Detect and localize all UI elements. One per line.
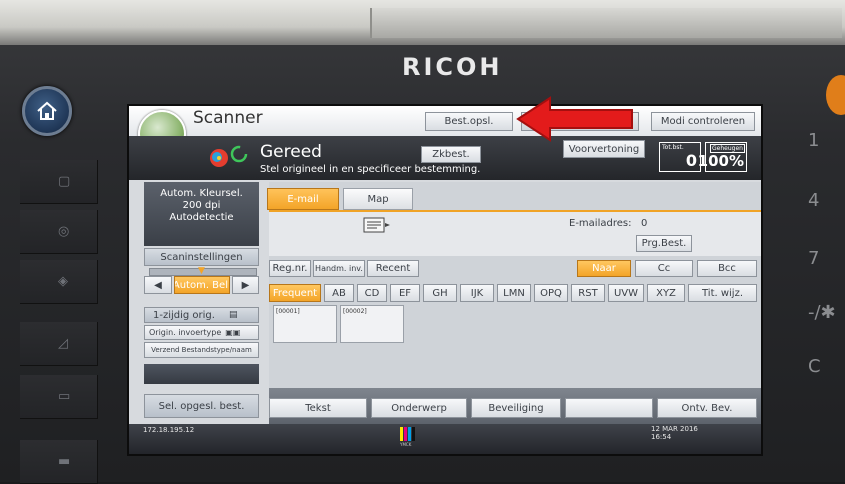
status-ready: Gereed (260, 142, 322, 162)
index-tab-opq[interactable]: OPQ (534, 284, 568, 302)
index-tab-gh[interactable]: GH (423, 284, 457, 302)
manual-entry-button[interactable]: Handm. inv. (313, 260, 365, 277)
scan-settings-button[interactable]: Scaninstellingen (144, 248, 259, 266)
orientation-icon: ▣▣ (225, 328, 241, 337)
destination-card[interactable]: [00001] (273, 305, 337, 343)
total-count-display: Tot.bst. 0 (659, 142, 701, 172)
color-next-button[interactable]: ▶ (232, 276, 259, 294)
density-slider[interactable]: ▼ (149, 266, 257, 276)
keypad-star[interactable]: -/✱ (808, 302, 836, 323)
fax-icon: ◈ (58, 274, 68, 289)
duplex-icon: ▤ (228, 310, 238, 320)
scanner-icon: ▭ (58, 389, 71, 404)
side-key-scanner[interactable]: ▭ (20, 375, 98, 419)
status-instruction: Stel origineel in en specificeer bestemm… (260, 164, 481, 175)
document-server-icon: ◎ (58, 224, 70, 239)
email-address-label: E-mailadres: (569, 218, 632, 229)
index-tab-cd[interactable]: CD (357, 284, 387, 302)
index-tab-lmn[interactable]: LMN (497, 284, 531, 302)
recent-button[interactable]: Recent (367, 260, 419, 277)
stored-file-button[interactable]: Best.opsl. (425, 112, 513, 131)
footer-time: 16:54 (651, 433, 672, 441)
date-time: 12 MAR 2016 16:54 (651, 425, 698, 441)
cc-button[interactable]: Cc (635, 260, 693, 277)
status-indicator-icon (210, 145, 248, 167)
touch-screen: Scanner Best.opsl. Modi controleren Gere… (127, 104, 763, 456)
home-button[interactable] (22, 86, 72, 136)
index-tab-ijk[interactable]: IJK (460, 284, 494, 302)
home-icon (37, 101, 57, 120)
destination-card-id: [00001] (276, 308, 300, 315)
keypad-4[interactable]: 4 (808, 190, 819, 211)
blank-option-button[interactable] (565, 398, 653, 418)
svg-text:YMCK: YMCK (399, 442, 412, 447)
left-panel-spacer (144, 364, 259, 384)
index-tab-frequent[interactable]: Frequent (269, 284, 321, 302)
memory-value: 100% (697, 152, 744, 170)
registration-number-button[interactable]: Reg.nr. (269, 260, 311, 277)
index-tab-uvw[interactable]: UVW (608, 284, 644, 302)
side-key-printer[interactable]: ◿ (20, 322, 98, 366)
to-button[interactable]: Naar (577, 260, 631, 277)
slider-marker-icon: ▼ (198, 266, 205, 276)
keypad-1[interactable]: 1 (808, 130, 819, 151)
red-arrow-annotation (516, 96, 633, 142)
keypad-7[interactable]: 7 (808, 248, 819, 269)
destination-card-id: [00002] (343, 308, 367, 315)
preview-button[interactable]: Voorvertoning (563, 140, 645, 158)
printer-icon: ◿ (58, 336, 68, 351)
search-destination-button[interactable]: Zkbest. (421, 146, 481, 163)
original-sides-label: 1-zijdig orig. (153, 309, 215, 321)
index-tab-ab[interactable]: AB (324, 284, 354, 302)
index-tab-rst[interactable]: RST (571, 284, 605, 302)
side-key-document-server[interactable]: ◎ (20, 210, 98, 254)
settings-resolution: 200 dpi (182, 200, 221, 211)
email-envelope-icon (363, 217, 390, 233)
program-destination-button[interactable]: Prg.Best. (636, 235, 692, 252)
original-feed-type-button[interactable]: Origin. invoertype ▣▣ (144, 325, 259, 340)
toner-level-icon: YMCK (399, 427, 415, 447)
keypad-clear[interactable]: C (808, 356, 821, 377)
scan-settings-summary[interactable]: Autom. Kleursel. 200 dpi Autodetectie (144, 182, 259, 246)
side-key-bottom[interactable]: ▬ (20, 440, 98, 484)
arrow-right-icon: ▶ (241, 279, 250, 291)
index-tab-ef[interactable]: EF (390, 284, 420, 302)
side-key-copy[interactable]: ▢ (20, 160, 98, 204)
total-count-value: 0 (685, 151, 697, 170)
app-title: Scanner (193, 108, 263, 128)
color-prev-button[interactable]: ◀ (144, 276, 172, 294)
settings-detect: Autodetectie (169, 212, 234, 223)
original-sides-button[interactable]: 1-zijdig orig. ▤ (144, 307, 259, 323)
tab-email[interactable]: E-mail (267, 188, 339, 210)
copy-icon: ▢ (58, 174, 71, 189)
bcc-button[interactable]: Bcc (697, 260, 757, 277)
tab-folder[interactable]: Map (343, 188, 413, 210)
destination-card[interactable]: [00002] (340, 305, 404, 343)
memory-display: Geheugen 100% (698, 142, 747, 172)
device-top-strip (0, 0, 845, 45)
color-mode-button[interactable]: Autom. Bel. (174, 276, 230, 294)
edit-title-button[interactable]: Tit. wijz. (688, 284, 757, 302)
settings-color: Autom. Kleursel. (160, 188, 243, 199)
text-button[interactable]: Tekst (269, 398, 367, 418)
ip-address: 172.18.195.12 (143, 426, 195, 434)
original-feed-type-label: Origin. invoertype (149, 328, 222, 337)
footer-date: 12 MAR 2016 (651, 425, 698, 433)
tray-icon: ▬ (58, 454, 71, 469)
side-key-fax[interactable]: ◈ (20, 260, 98, 304)
security-button[interactable]: Beveiliging (471, 398, 561, 418)
arrow-left-icon: ◀ (154, 279, 162, 291)
send-file-type-button[interactable]: Verzend Bestandstype/naam (144, 342, 259, 358)
index-tab-xyz[interactable]: XYZ (647, 284, 685, 302)
check-modes-button[interactable]: Modi controleren (651, 112, 755, 131)
subject-button[interactable]: Onderwerp (371, 398, 467, 418)
email-address-count: 0 (641, 218, 648, 229)
total-count-label: Tot.bst. (662, 144, 684, 151)
brand-logo: RICOH (402, 53, 503, 81)
select-stored-file-button[interactable]: Sel. opgesl. best. (144, 394, 259, 418)
receipt-notification-button[interactable]: Ontv. Bev. (657, 398, 757, 418)
